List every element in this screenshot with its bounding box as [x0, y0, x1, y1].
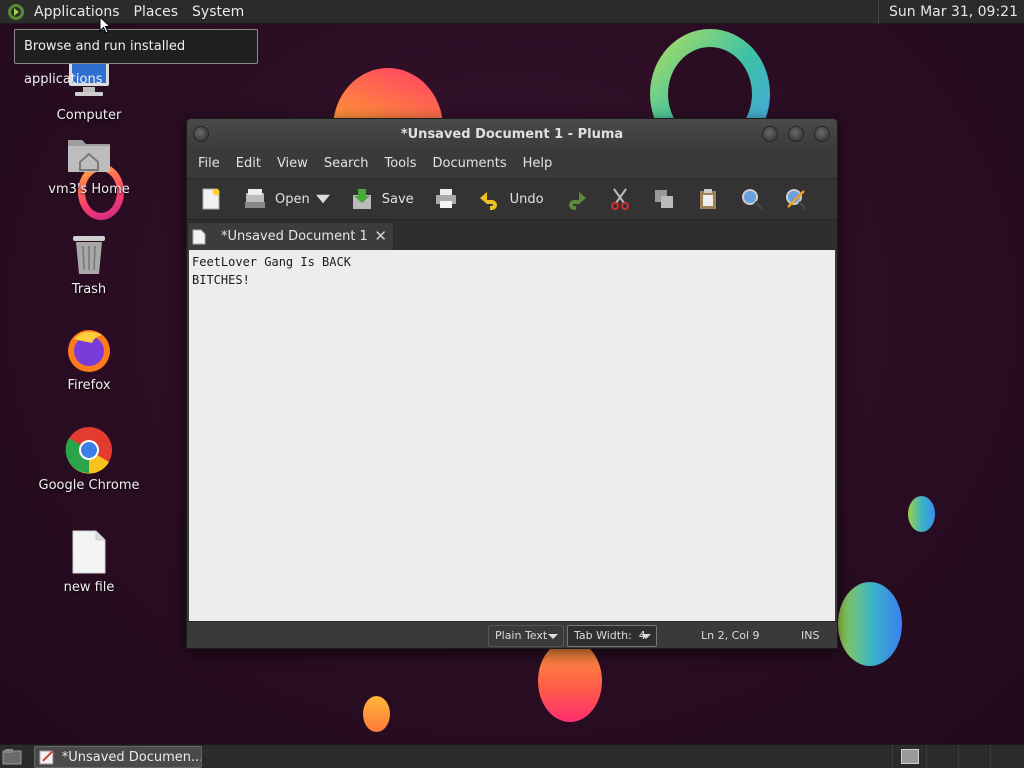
menubar: File Edit View Search Tools Documents He… — [187, 150, 837, 178]
file-icon — [65, 528, 113, 576]
chevron-down-icon — [641, 634, 651, 639]
taskbar-item-label: *Unsaved Documen... — [61, 749, 201, 765]
desktop-icon-new-file[interactable]: new file — [29, 528, 149, 595]
copy-button[interactable] — [648, 181, 680, 217]
window-titlebar[interactable]: *Unsaved Document 1 - Pluma — [187, 119, 837, 150]
desktop-icon-trash[interactable]: Trash — [29, 230, 149, 297]
new-document-button[interactable] — [195, 181, 227, 217]
new-document-icon — [202, 188, 220, 210]
toolbar: Open Save Undo — [187, 178, 837, 220]
menu-help[interactable]: Help — [515, 150, 561, 178]
menu-tools[interactable]: Tools — [376, 150, 424, 178]
maximize-button[interactable] — [788, 126, 804, 142]
panel-clock[interactable]: Sun Mar 31, 09:21 — [877, 0, 1024, 24]
print-button[interactable] — [430, 181, 462, 217]
redo-icon — [568, 192, 586, 210]
open-label: Open — [275, 191, 310, 207]
desktop-icon-home[interactable]: vm3's Home — [29, 130, 149, 197]
open-dropdown-icon[interactable] — [315, 187, 330, 211]
pluma-window: *Unsaved Document 1 - Pluma File Edit Vi… — [186, 118, 838, 649]
desktop-icon-label: Trash — [71, 282, 107, 297]
document-tab[interactable]: *Unsaved Document 1 ✕ — [187, 222, 394, 250]
menu-file[interactable]: File — [190, 150, 228, 178]
applications-tooltip: Browse and run installed applications — [14, 29, 258, 87]
undo-icon — [479, 192, 497, 210]
insert-mode: INS — [801, 629, 820, 642]
menu-view[interactable]: View — [269, 150, 316, 178]
editor-line: FeetLover Gang Is BACK — [192, 255, 351, 269]
save-label: Save — [381, 191, 414, 207]
window-title: *Unsaved Document 1 - Pluma — [400, 127, 624, 142]
workspace-2[interactable] — [926, 745, 958, 768]
pluma-icon — [39, 750, 54, 765]
language-selector[interactable]: Plain Text — [488, 625, 564, 647]
desktop-icon-firefox[interactable]: Firefox — [29, 326, 149, 393]
wallpaper-green-blob — [838, 582, 902, 666]
workspace-1[interactable] — [892, 745, 924, 768]
search-icon — [741, 189, 763, 211]
chevron-down-icon — [548, 634, 558, 639]
wallpaper-orange-blob-bottom — [538, 640, 602, 722]
statusbar: Plain Text Tab Width: 4 Ln 2, Col 9 INS — [187, 621, 837, 648]
menu-search[interactable]: Search — [316, 150, 377, 178]
undo-label: Undo — [509, 191, 544, 207]
save-icon — [352, 189, 371, 209]
redo-button[interactable] — [560, 181, 592, 217]
document-tab-label: *Unsaved Document 1 — [221, 229, 368, 244]
save-button[interactable]: Save — [346, 181, 418, 217]
copy-icon — [654, 190, 673, 208]
document-tabbar: *Unsaved Document 1 ✕ — [187, 220, 837, 250]
chrome-icon — [65, 426, 113, 474]
desktop-icon-label: Google Chrome — [38, 478, 140, 493]
top-panel: Applications Places System Sun Mar 31, 0… — [0, 0, 1024, 24]
bottom-panel: *Unsaved Documen... — [0, 744, 1024, 768]
window-menu-button[interactable] — [193, 126, 209, 142]
replace-button[interactable] — [780, 181, 812, 217]
menu-documents[interactable]: Documents — [425, 150, 515, 178]
desktop-icon-label: new file — [63, 580, 115, 595]
system-menu[interactable]: System — [185, 0, 251, 24]
taskbar-item-pluma[interactable]: *Unsaved Documen... — [34, 746, 202, 768]
tab-width-value: Tab Width: 4 — [574, 629, 646, 642]
show-desktop-icon[interactable] — [2, 748, 22, 766]
paste-button[interactable] — [692, 181, 724, 217]
document-icon — [192, 229, 206, 244]
menu-edit[interactable]: Edit — [228, 150, 269, 178]
desktop-icon-chrome[interactable]: Google Chrome — [29, 426, 149, 493]
wallpaper-blue-blob — [908, 496, 935, 532]
close-button[interactable] — [814, 126, 830, 142]
cut-button[interactable] — [604, 181, 636, 217]
workspace-3[interactable] — [958, 745, 990, 768]
find-button[interactable] — [736, 181, 768, 217]
desktop-icon-label: Computer — [56, 108, 122, 123]
cursor-position: Ln 2, Col 9 — [701, 629, 760, 642]
desktop-icon-label: Firefox — [67, 378, 111, 393]
desktop-icon-label: vm3's Home — [48, 182, 130, 197]
places-menu[interactable]: Places — [127, 0, 186, 24]
close-tab-icon[interactable]: ✕ — [374, 228, 387, 244]
editor-line: BITCHES! — [192, 273, 250, 287]
minimize-button[interactable] — [762, 126, 778, 142]
workspace-4[interactable] — [990, 745, 1022, 768]
mate-logo-icon[interactable] — [5, 1, 27, 23]
open-button[interactable]: Open — [239, 181, 334, 217]
undo-button[interactable]: Undo — [474, 181, 548, 217]
firefox-icon — [65, 326, 113, 374]
applications-menu[interactable]: Applications — [27, 0, 127, 24]
cut-icon — [610, 188, 629, 210]
tab-width-selector[interactable]: Tab Width: 4 — [567, 625, 657, 647]
language-value: Plain Text — [495, 629, 548, 642]
wallpaper-orange-dot — [363, 696, 390, 732]
trash-icon — [65, 230, 113, 278]
mouse-cursor-icon — [99, 16, 111, 34]
find-replace-icon — [785, 189, 807, 211]
print-icon — [435, 189, 456, 208]
paste-icon — [699, 189, 716, 209]
home-folder-icon — [65, 130, 113, 178]
text-editor[interactable]: FeetLover Gang Is BACK BITCHES! — [189, 250, 835, 623]
open-icon — [245, 189, 265, 208]
